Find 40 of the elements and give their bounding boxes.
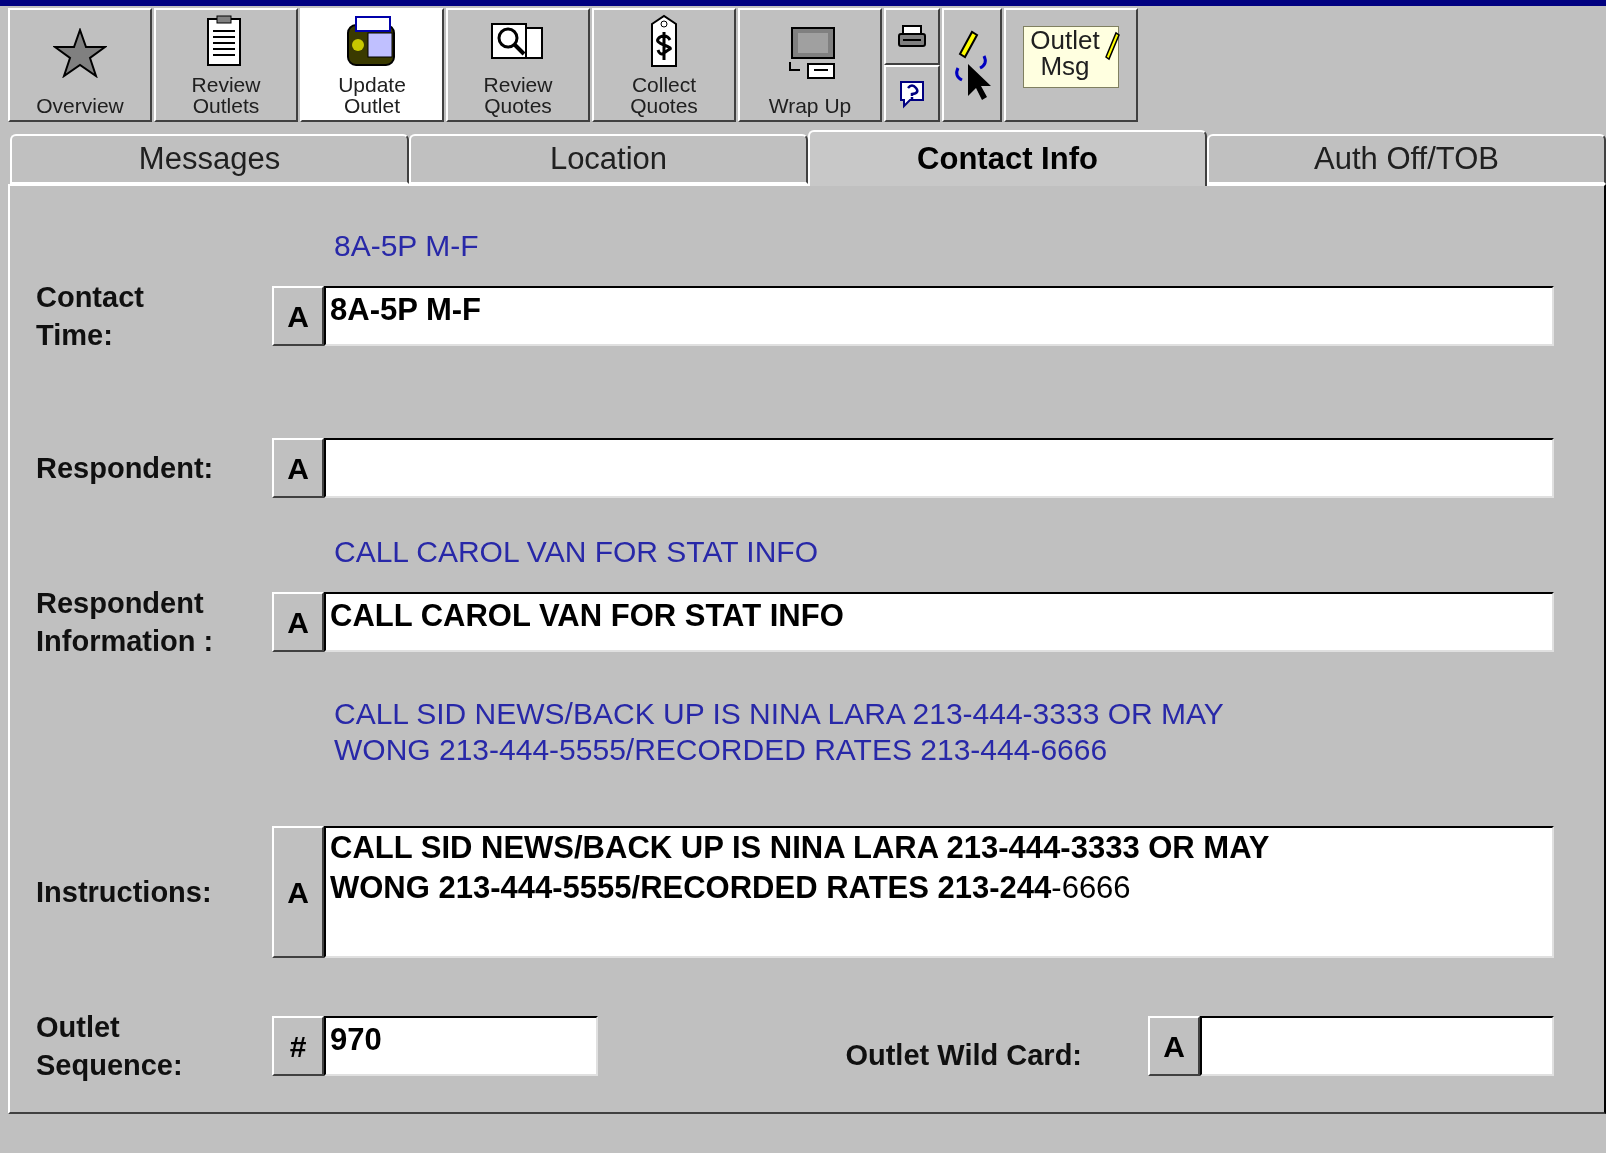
field-type-button[interactable]: A <box>272 826 324 958</box>
pencil-icon <box>1102 29 1120 61</box>
text-field[interactable] <box>324 438 1554 498</box>
help-icon <box>898 78 926 109</box>
toolbar-button[interactable]: Review Outlets <box>154 8 298 122</box>
tab[interactable]: Location <box>409 134 808 184</box>
pointer-tool-button[interactable] <box>942 8 1002 122</box>
wild-card-field[interactable] <box>1200 1016 1554 1076</box>
tab[interactable]: Auth Off/TOB <box>1207 134 1606 184</box>
toolbar-button[interactable]: Collect Quotes <box>592 8 736 122</box>
sequence-field[interactable]: 970 <box>324 1016 598 1076</box>
hint-text: CALL SID NEWS/BACK UP IS NINA LARA 213-444-3333 OR MAY WONG 213-444-5555/RECORDED RATES 213-444-6666 <box>334 696 1225 768</box>
field-label: Respondent Information : <box>35 586 215 659</box>
note-card: Outlet Msg <box>1023 26 1119 88</box>
star-icon <box>53 27 107 78</box>
field-label: Outlet Sequence: <box>35 1010 184 1083</box>
field-type-button[interactable]: # <box>272 1016 324 1076</box>
field-type-button[interactable]: A <box>272 438 324 498</box>
field-label: Respondent: <box>35 451 215 486</box>
field-type-button[interactable]: A <box>272 286 324 346</box>
field-label: Outlet Wild Card: <box>845 1038 1082 1074</box>
field-type-button[interactable]: A <box>1148 1016 1200 1076</box>
field-label: Contact Time: <box>35 280 145 353</box>
help-button[interactable] <box>884 65 940 122</box>
hint-text: CALL CAROL VAN FOR STAT INFO <box>334 534 819 570</box>
toolbar-button[interactable]: Overview <box>8 8 152 122</box>
toolbar-button[interactable]: Review Quotes <box>446 8 590 122</box>
toolbar-button[interactable]: Update Outlet <box>300 8 444 122</box>
print-button[interactable] <box>884 8 940 65</box>
instructions-field[interactable]: CALL SID NEWS/BACK UP IS NINA LARA 213-444-3333 OR MAY WONG 213-444-5555/RECORDED RATES 213-244-6666 <box>324 826 1554 958</box>
printer-icon <box>897 23 927 50</box>
tab[interactable]: Contact Info <box>808 130 1207 186</box>
tab[interactable]: Messages <box>10 134 409 184</box>
field-type-button[interactable]: A <box>272 592 324 652</box>
field-label: Instructions: <box>35 875 213 910</box>
outlet-message-button[interactable]: Outlet Msg <box>1004 8 1138 122</box>
hint-text: 8A-5P M-F <box>334 228 480 264</box>
text-field[interactable]: 8A-5P M-F <box>324 286 1554 346</box>
toolbar-button[interactable]: Wrap Up <box>738 8 882 122</box>
text-field[interactable]: CALL CAROL VAN FOR STAT INFO <box>324 592 1554 652</box>
